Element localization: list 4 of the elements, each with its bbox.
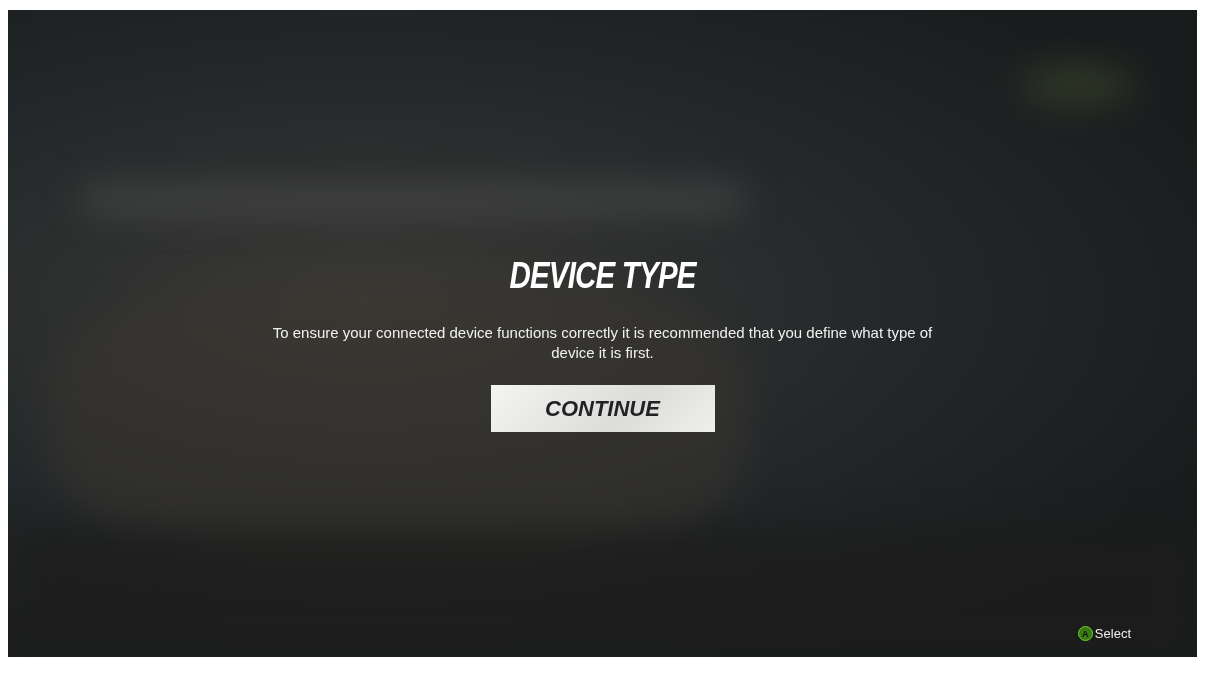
dialog-message: To ensure your connected device functions correctly it is recommended that you define what type of device it is first.	[271, 323, 934, 363]
dialog-title: DEVICE TYPE	[509, 255, 696, 297]
hint-label[interactable]: Select	[1094, 626, 1131, 641]
continue-button[interactable]: CONTINUE	[490, 385, 715, 432]
